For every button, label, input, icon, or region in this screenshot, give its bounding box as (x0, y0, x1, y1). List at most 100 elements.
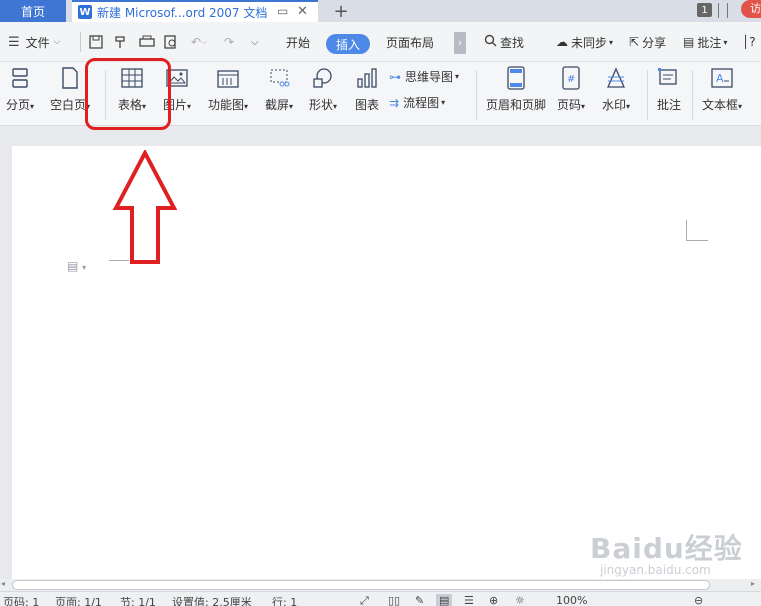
file-menu-label: 文件 (25, 35, 50, 50)
function-chart-button[interactable]: 功能图▾ (208, 66, 248, 113)
mind-map-icon: ⊶ (389, 69, 401, 84)
status-bar: 页码: 1 页面: 1/1 节: 1/1 设置值: 2.5厘米 行: 1 ⤢ ▯… (0, 591, 761, 606)
quick-access-dropdown-icon[interactable]: ⌵ (251, 22, 259, 62)
chevron-down-icon: ▾ (455, 72, 460, 81)
print-preview-icon[interactable] (164, 22, 178, 62)
sync-button[interactable]: ☁ 未同步 ▾ (556, 22, 613, 62)
page-number-icon: # (559, 66, 583, 90)
function-chart-label: 功能图 (208, 98, 245, 112)
redo-icon[interactable]: ↷ (224, 22, 234, 62)
chevron-down-icon: ▾ (609, 37, 614, 47)
window-bars-icon[interactable] (718, 3, 728, 18)
scroll-right-icon[interactable]: ▸ (751, 579, 755, 588)
eye-protection-icon[interactable]: ☼ (515, 594, 525, 606)
flow-chart-icon: ⇉ (389, 95, 400, 110)
scissors-icon (267, 66, 291, 90)
horizontal-scrollbar[interactable]: ◂ ▸ (0, 579, 761, 591)
document-tab-title: 新建 Microsof...ord 2007 文档 (97, 5, 268, 20)
scrollbar-thumb[interactable] (12, 580, 710, 590)
save-icon[interactable] (89, 22, 103, 62)
page-view-icon[interactable]: ▤ (436, 594, 453, 606)
comment-menu-label: 批注 (697, 35, 722, 50)
chevron-down-icon: ▾ (441, 98, 446, 107)
tab-start[interactable]: 开始 (286, 22, 310, 62)
highlight-box (85, 58, 171, 130)
menu-row: ☰ 文件 ⌵ ↶ ⌵ ↷ ⌵ 开始 插入 页面布局 › 查找 ☁ 未同步 ▾ ⇱… (0, 22, 761, 62)
search-button[interactable]: 查找 (484, 22, 524, 62)
tab-home[interactable]: 首页 (0, 0, 66, 22)
ribbon-divider (692, 70, 693, 120)
comment-menu-button[interactable]: ▤ 批注 ▾ (683, 22, 727, 62)
format-painter-icon[interactable] (114, 22, 128, 62)
flow-chart-label: 流程图 (403, 96, 440, 110)
menu-divider (80, 32, 81, 52)
margin-mark-right (686, 220, 708, 241)
page-number-label: 页码 (557, 98, 582, 112)
chevron-down-icon: ▾ (626, 102, 631, 111)
chevron-down-icon: ▾ (738, 102, 743, 111)
page-break-button[interactable]: 分页▾ (6, 66, 34, 113)
function-chart-icon (216, 66, 240, 90)
print-icon[interactable] (139, 22, 155, 62)
scroll-left-icon[interactable]: ◂ (1, 579, 5, 588)
more-tabs-icon[interactable]: › (454, 32, 466, 54)
mind-map-label: 思维导图 (405, 70, 454, 84)
mind-map-button[interactable]: ⊶ 思维导图 ▾ (389, 68, 459, 85)
watermark-label: 水印 (602, 98, 627, 112)
svg-text:A: A (716, 72, 724, 85)
annotation-icon (657, 66, 681, 90)
paragraph-options-icon[interactable]: ▤ ▾ (67, 259, 86, 273)
text-box-label: 文本框 (702, 98, 739, 112)
text-box-icon: A (710, 66, 734, 90)
outline-view-icon[interactable]: ☰ (464, 594, 474, 606)
page-number-button[interactable]: # 页码▾ (557, 66, 585, 113)
watermark-button[interactable]: 水印▾ (602, 66, 630, 113)
ribbon-divider (647, 70, 648, 120)
cloud-icon: ☁ (556, 35, 568, 49)
header-footer-label: 页眉和页脚 (486, 98, 547, 112)
screenshot-label: 截屏 (265, 98, 290, 112)
fullscreen-icon[interactable]: ⤢ (360, 594, 369, 606)
page-break-icon (8, 66, 32, 90)
annotation-button[interactable]: 批注 (657, 66, 681, 113)
shape-button[interactable]: 形状▾ (309, 66, 337, 113)
share-label: 分享 (642, 35, 667, 50)
new-tab-button[interactable]: + (333, 0, 349, 22)
window-count-badge[interactable]: 1 (697, 3, 712, 17)
zoom-out-icon[interactable]: ⊖ (694, 594, 703, 606)
status-section: 节: 1/1 (120, 596, 156, 606)
status-row: 行: 1 (272, 596, 298, 606)
flow-chart-button[interactable]: ⇉ 流程图 ▾ (389, 94, 445, 111)
chevron-down-icon: ▾ (30, 102, 35, 111)
zoom-level: 100% (556, 594, 588, 606)
undo-icon[interactable]: ↶ ⌵ (191, 22, 207, 62)
header-footer-icon (504, 66, 528, 90)
tab-insert[interactable]: 插入 (326, 34, 370, 54)
chart-label: 图表 (355, 98, 380, 112)
tab-layout[interactable]: 页面布局 (386, 22, 434, 62)
blank-page-icon (58, 66, 82, 90)
watermark-icon (604, 66, 628, 90)
visitor-button[interactable]: 访 (741, 0, 761, 18)
header-footer-button[interactable]: 页眉和页脚 (486, 66, 546, 113)
web-view-icon[interactable]: ⊕ (489, 594, 498, 606)
hamburger-icon: ☰ (8, 34, 20, 50)
status-pages: 页面: 1/1 (55, 596, 102, 606)
chevron-down-icon: ⌵ (53, 37, 61, 47)
shape-icon (311, 66, 335, 90)
status-position: 设置值: 2.5厘米 (172, 596, 252, 606)
text-box-button[interactable]: A 文本框▾ (702, 66, 742, 113)
share-button[interactable]: ⇱ 分享 (629, 22, 666, 62)
bar-chart-icon (355, 66, 379, 90)
chart-button[interactable]: 图表 (355, 66, 379, 113)
screenshot-button[interactable]: 截屏▾ (265, 66, 293, 113)
help-icon[interactable]: │? (742, 22, 756, 62)
pin-icon[interactable]: ▭ (277, 4, 288, 18)
ribbon-divider (476, 70, 477, 120)
status-page: 页码: 1 (3, 596, 40, 606)
close-tab-icon[interactable]: ✕ (297, 4, 308, 19)
reading-mode-icon[interactable]: ▯▯ (388, 594, 400, 606)
share-icon: ⇱ (629, 35, 640, 49)
pen-icon[interactable]: ✎ (415, 594, 424, 606)
file-menu[interactable]: ☰ 文件 ⌵ (8, 22, 61, 62)
